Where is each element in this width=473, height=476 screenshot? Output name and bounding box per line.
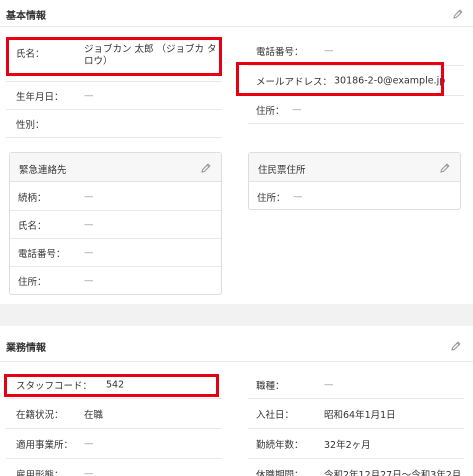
join-date-value: 昭和64年1月1日 xyxy=(324,409,396,421)
pencil-icon[interactable] xyxy=(450,340,462,352)
work-info-title: 業務情報 xyxy=(6,343,46,354)
name-value: ジョブカン 太郎 （ジョブカ タロウ） xyxy=(84,44,217,67)
basic-info-title: 基本情報 xyxy=(6,11,46,22)
emergency-name-value: — xyxy=(84,219,94,230)
basic-info-header: 基本情報 xyxy=(0,0,473,27)
employment-type-value: — xyxy=(84,468,94,476)
field-name: 氏名： ジョブカン 太郎 （ジョブカ タロウ） xyxy=(6,36,222,82)
years-of-service-label: 勤続年数： xyxy=(256,439,304,451)
field-gender: 性別： xyxy=(6,110,222,138)
field-emergency-phone: 電話番号： — xyxy=(10,239,221,267)
field-position: 職種： — xyxy=(248,371,464,399)
name-label: 氏名： xyxy=(16,49,45,60)
field-employment-status: 在籍状況： 在職 xyxy=(6,399,222,429)
join-date-label: 入社日： xyxy=(256,409,295,421)
emergency-address-label: 住所： xyxy=(18,277,47,288)
field-emergency-relation: 続柄： — xyxy=(10,183,221,211)
emergency-name-label: 氏名： xyxy=(18,220,47,232)
basic-info-card: 基本情報 氏名： ジョブカン 太郎 （ジョブカ タロウ） 生年月日： — 性別：… xyxy=(0,0,473,304)
birthdate-label: 生年月日： xyxy=(16,91,64,103)
pencil-icon[interactable] xyxy=(439,162,451,174)
emergency-relation-value: — xyxy=(84,191,94,202)
field-emergency-name: 氏名： — xyxy=(10,211,221,239)
position-label: 職種： xyxy=(256,380,285,392)
emergency-contact-title: 緊急連絡先 xyxy=(19,165,67,176)
staff-code-value: 542 xyxy=(106,379,125,390)
resident-address-value: — xyxy=(293,191,303,203)
leave-period-value: 令和2年12月27日～令和3年2月 xyxy=(324,470,462,476)
pencil-icon[interactable] xyxy=(452,8,464,20)
gender-label: 性別： xyxy=(16,119,45,131)
field-leave-period: 休職期間： 令和2年12月27日～令和3年2月 xyxy=(248,459,473,476)
field-employment-type: 雇用形態： — xyxy=(6,459,222,476)
pencil-icon[interactable] xyxy=(200,162,212,174)
leave-period-label: 休職期間： xyxy=(256,470,304,476)
employment-status-label: 在籍状況： xyxy=(16,409,64,421)
emergency-phone-value: — xyxy=(84,247,94,258)
phone-value: — xyxy=(324,45,334,56)
emergency-phone-label: 電話番号： xyxy=(18,248,66,260)
birthdate-value: — xyxy=(84,90,94,101)
resident-address-header: 住民票住所 xyxy=(249,153,460,182)
phone-label: 電話番号： xyxy=(256,46,304,58)
office-label: 適用事業所： xyxy=(16,439,74,451)
emergency-relation-label: 続柄： xyxy=(18,192,47,204)
field-birthdate: 生年月日： — xyxy=(6,82,222,110)
emergency-contact-box: 緊急連絡先 続柄： — 氏名： — 電話番号： — 住所： — xyxy=(9,152,222,295)
field-email: メールアドレス： 30186-2-0@example.jp xyxy=(248,66,464,96)
field-staff-code: スタッフコード： 542 xyxy=(6,371,222,399)
address-value: — xyxy=(292,104,302,115)
years-of-service-value: 32年2ヶ月 xyxy=(324,439,371,451)
address-label: 住所： xyxy=(256,105,285,117)
field-resident-address: 住所： — xyxy=(249,183,460,211)
field-years-of-service: 勤続年数： 32年2ヶ月 xyxy=(248,429,464,459)
emergency-contact-header: 緊急連絡先 xyxy=(10,153,221,182)
office-value: — xyxy=(84,438,94,449)
field-join-date: 入社日： 昭和64年1月1日 xyxy=(248,399,464,429)
resident-address-box: 住民票住所 住所： — xyxy=(248,152,461,210)
employment-status-value: 在職 xyxy=(84,409,104,421)
field-emergency-address: 住所： — xyxy=(10,267,221,295)
resident-address-label: 住所： xyxy=(257,193,286,204)
email-label: メールアドレス： xyxy=(256,76,333,88)
field-office: 適用事業所： — xyxy=(6,429,222,459)
position-value: — xyxy=(324,379,334,390)
work-info-header: 業務情報 xyxy=(0,326,473,362)
field-phone: 電話番号： — xyxy=(248,36,464,66)
field-address: 住所： — xyxy=(248,96,464,124)
employment-type-label: 雇用形態： xyxy=(16,470,64,476)
staff-code-label: スタッフコード： xyxy=(16,380,93,392)
work-info-card: 業務情報 スタッフコード： 542 在籍状況： 在職 適用事業所： — 雇用形態… xyxy=(0,326,473,476)
email-value: 30186-2-0@example.jp xyxy=(334,75,446,86)
resident-address-title: 住民票住所 xyxy=(258,165,306,176)
emergency-address-value: — xyxy=(84,275,94,287)
